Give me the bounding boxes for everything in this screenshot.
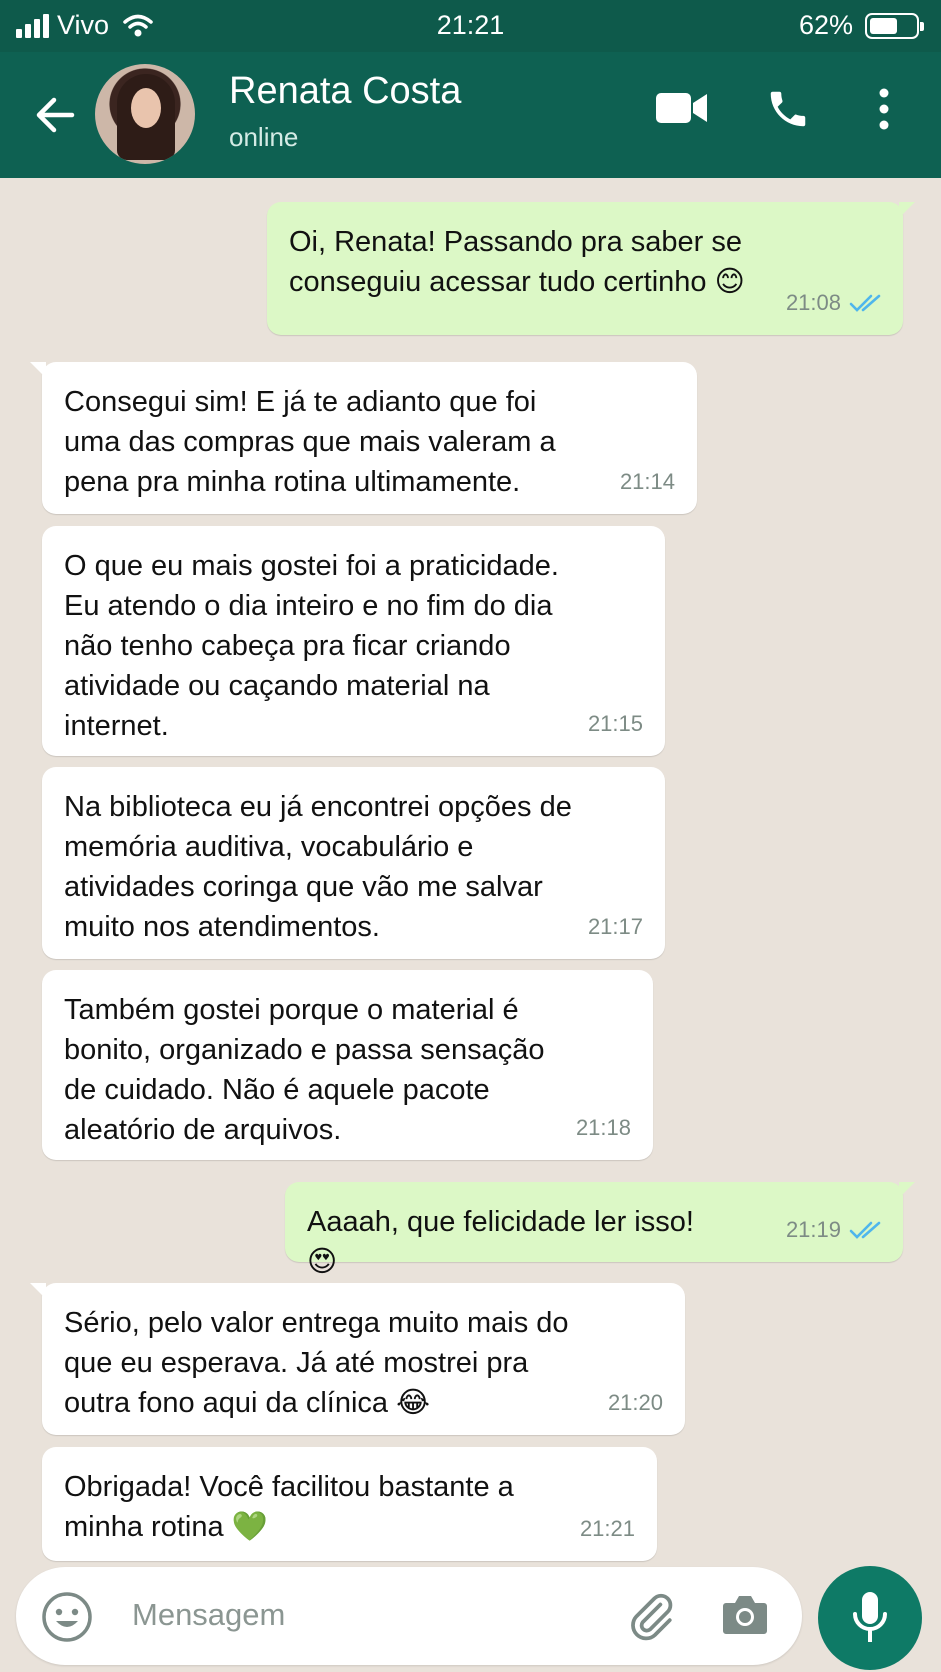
message-text: Sério, pelo valor entrega muito mais do … [64, 1307, 569, 1419]
camera-icon[interactable] [722, 1593, 768, 1635]
video-call-icon[interactable] [655, 90, 709, 126]
message-time: 21:08 [785, 290, 841, 315]
mic-icon [853, 1592, 887, 1642]
message-time: 21:18 [575, 1115, 631, 1140]
status-right: 62% [798, 10, 924, 41]
message-time: 21:21 [579, 1516, 635, 1541]
emoji-icon[interactable] [41, 1591, 93, 1643]
chat-area[interactable]: Oi, Renata! Passando pra saber se conseg… [0, 178, 941, 1561]
avatar[interactable] [95, 64, 195, 164]
message-text: Também gostei porque o material é bonito… [64, 994, 545, 1146]
message-meta: 21:17 [588, 907, 643, 947]
message-bubble-outgoing[interactable]: Oi, Renata! Passando pra saber se conseg… [267, 202, 915, 335]
message-bubble-incoming[interactable]: Sério, pelo valor entrega muito mais do … [30, 1283, 685, 1435]
more-options-icon[interactable] [877, 86, 891, 132]
message-meta: 21:19 [786, 1210, 883, 1250]
mic-button[interactable] [818, 1566, 922, 1670]
chat-header: Renata Costa online [0, 52, 941, 178]
message-text: Obrigada! Você facilitou bastante a minh… [64, 1471, 514, 1543]
message-time: 21:20 [607, 1390, 663, 1415]
message-bubble-incoming[interactable]: Também gostei porque o material é bonito… [42, 970, 653, 1160]
message-bubble-incoming[interactable]: O que eu mais gostei foi a praticidade. … [42, 526, 665, 756]
battery-percent: 62% [798, 10, 853, 40]
battery-icon [865, 12, 924, 39]
message-text: Consegui sim! E já te adianto que foi um… [64, 386, 556, 498]
message-text: Na biblioteca eu já encontrei opções de … [64, 791, 572, 943]
message-time: 21:19 [785, 1217, 841, 1242]
message-meta: 21:21 [580, 1509, 635, 1549]
phone-icon[interactable] [765, 86, 811, 132]
status-bar: Vivo 21:21 62% [0, 0, 941, 52]
attach-icon[interactable] [626, 1591, 676, 1641]
message-bubble-incoming[interactable]: Obrigada! Você facilitou bastante a minh… [42, 1447, 657, 1561]
read-ticks-icon [849, 1221, 881, 1239]
message-meta: 21:15 [588, 704, 643, 744]
read-ticks-icon [849, 294, 881, 312]
message-meta: 21:14 [620, 462, 675, 502]
message-time: 21:17 [587, 914, 643, 939]
message-bubble-outgoing[interactable]: Aaaah, que felicidade ler isso! 😍 21:19 [285, 1182, 915, 1278]
message-time: 21:15 [587, 711, 643, 736]
message-composer[interactable]: Mensagem [16, 1567, 802, 1665]
contact-name[interactable]: Renata Costa [229, 70, 461, 113]
message-input[interactable]: Mensagem [132, 1597, 285, 1633]
message-text: O que eu mais gostei foi a praticidade. … [64, 550, 559, 742]
message-time: 21:14 [619, 469, 675, 494]
message-meta: 21:20 [608, 1383, 663, 1423]
message-meta: 21:18 [576, 1108, 631, 1148]
message-bubble-incoming[interactable]: Consegui sim! E já te adianto que foi um… [30, 362, 697, 514]
back-arrow-icon[interactable] [34, 94, 76, 136]
message-bubble-incoming[interactable]: Na biblioteca eu já encontrei opções de … [42, 767, 665, 959]
message-meta: 21:08 [786, 283, 883, 323]
contact-status: online [229, 122, 299, 152]
